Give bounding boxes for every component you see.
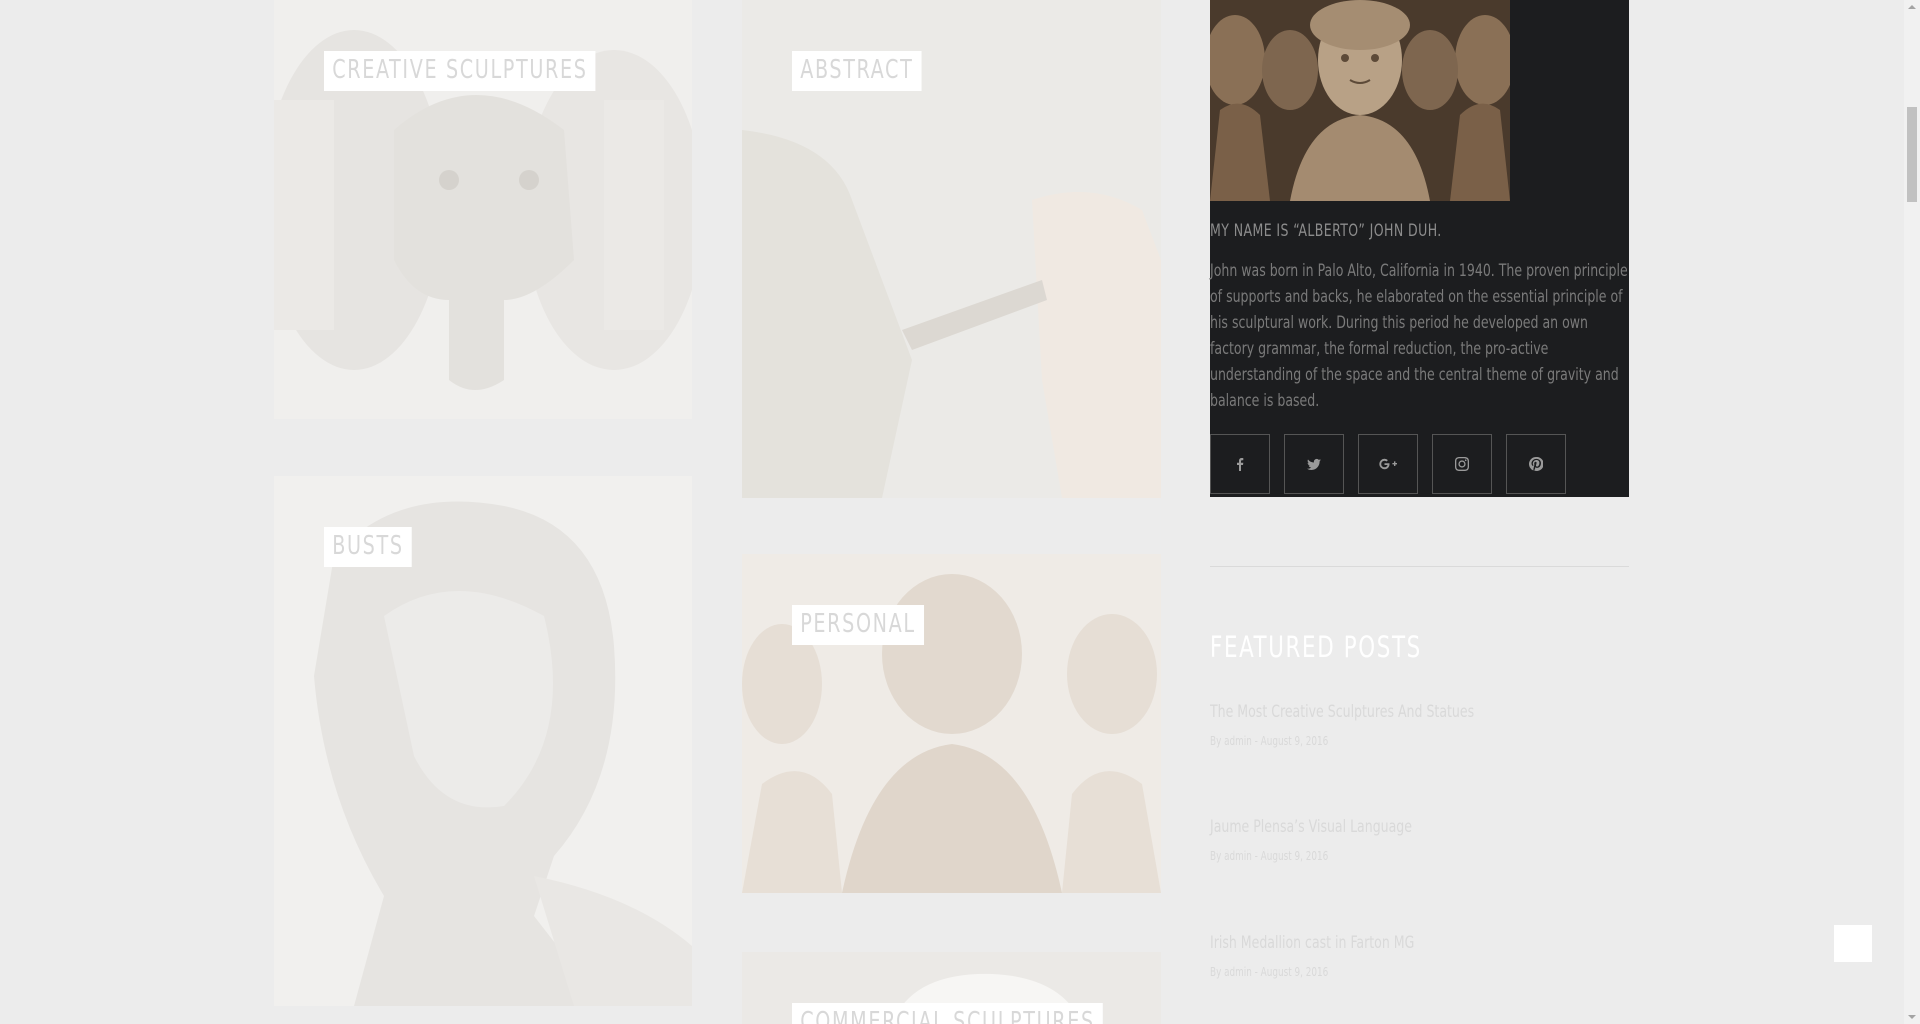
category-label[interactable]: CREATIVE SCULPTURES <box>324 51 596 91</box>
featured-post-title-link[interactable]: The Most Creative Sculptures And Statues <box>1210 702 1554 722</box>
author-name: MY NAME IS “ALBERTO” JOHN DUH. <box>1210 221 1442 241</box>
google-plus-icon <box>1379 458 1397 470</box>
featured-post: Irish Medallion cast in Farton MG By adm… <box>1210 933 1630 979</box>
featured-post-meta: By admin - August 9, 2016 <box>1210 965 1329 979</box>
social-links <box>1210 434 1566 494</box>
terracotta-figurines-photo <box>1210 0 1510 201</box>
featured-posts-heading: FEATURED POSTS <box>1210 630 1422 664</box>
facebook-button[interactable] <box>1210 434 1270 494</box>
category-card-personal[interactable]: PERSONAL <box>742 554 1161 893</box>
category-card-abstract[interactable]: ABSTRACT <box>742 0 1161 498</box>
category-card-commercial-sculptures[interactable]: COMMERCIAL SCULPTURES <box>742 952 1161 1024</box>
google-plus-button[interactable] <box>1358 434 1418 494</box>
author-bio: John was born in Palo Alto, California i… <box>1210 261 1628 411</box>
category-card-busts[interactable]: BUSTS <box>274 476 692 1006</box>
facebook-icon <box>1237 458 1244 471</box>
scrollbar-thumb[interactable] <box>1907 107 1917 202</box>
featured-post: Jaume Plensa’s Visual Language By admin … <box>1210 817 1630 863</box>
page: CREATIVE SCULPTURES ABSTRACT BUSTS PERSO… <box>0 0 1904 1024</box>
featured-post-meta: By admin - August 9, 2016 <box>1210 734 1329 748</box>
pinterest-icon <box>1529 457 1543 471</box>
about-author-widget: MY NAME IS “ALBERTO” JOHN DUH. John was … <box>1210 0 1629 497</box>
twitter-icon <box>1307 458 1321 471</box>
category-label[interactable]: BUSTS <box>324 527 412 567</box>
scroll-up-arrow-icon[interactable] <box>1908 5 1916 9</box>
category-card-creative-sculptures[interactable]: CREATIVE SCULPTURES <box>274 0 692 419</box>
instagram-button[interactable] <box>1432 434 1492 494</box>
category-label[interactable]: PERSONAL <box>792 605 924 645</box>
back-to-top-button[interactable] <box>1834 925 1872 962</box>
pinterest-button[interactable] <box>1506 434 1566 494</box>
featured-post-meta: By admin - August 9, 2016 <box>1210 849 1329 863</box>
featured-post: The Most Creative Sculptures And Statues… <box>1210 702 1630 748</box>
featured-post-title-link[interactable]: Irish Medallion cast in Farton MG <box>1210 933 1554 953</box>
vertical-scrollbar[interactable] <box>1904 0 1920 1024</box>
featured-post-title-link[interactable]: Jaume Plensa’s Visual Language <box>1210 817 1554 837</box>
category-label[interactable]: ABSTRACT <box>792 51 922 91</box>
twitter-button[interactable] <box>1284 434 1344 494</box>
category-label[interactable]: COMMERCIAL SCULPTURES <box>792 1003 1104 1024</box>
instagram-icon <box>1455 457 1469 471</box>
author-photo <box>1210 0 1510 201</box>
sidebar-divider <box>1210 566 1629 567</box>
scroll-down-arrow-icon[interactable] <box>1908 1015 1916 1019</box>
